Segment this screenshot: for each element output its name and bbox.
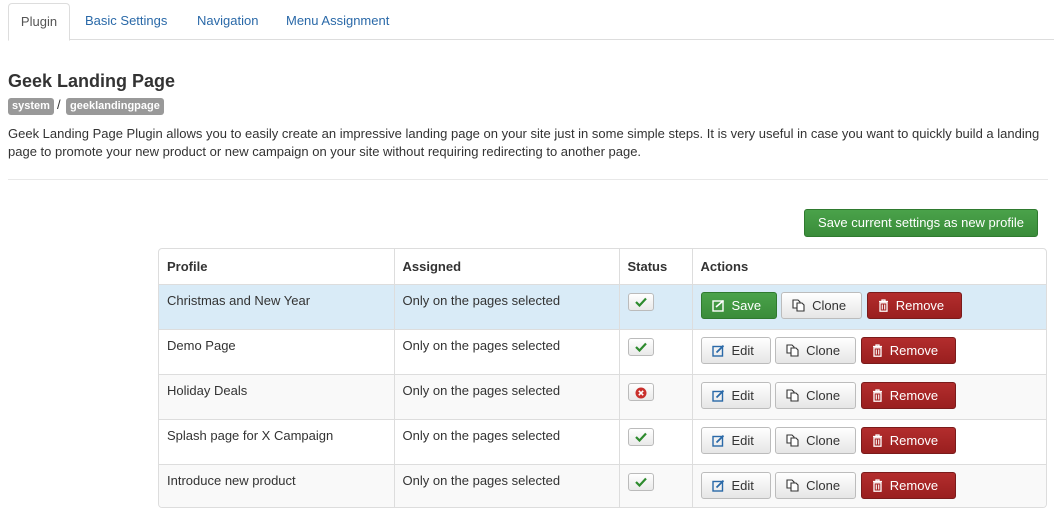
actions-cell: Edit Clone Remove (691, 464, 1046, 507)
tab-navigation[interactable]: Navigation (185, 3, 270, 40)
copy-icon (792, 298, 812, 313)
clone-button-label: Clone (806, 433, 841, 448)
edit-button[interactable]: Edit (700, 427, 771, 454)
status-cell (618, 284, 692, 330)
status-toggle-button[interactable] (627, 338, 654, 356)
save-as-profile-button[interactable]: Save current settings as new profile (804, 209, 1038, 237)
element-label: geeklandingpage (66, 98, 164, 115)
assigned-value: Only on the pages selected (393, 464, 619, 507)
remove-button[interactable]: Remove (860, 427, 956, 454)
column-header-assigned: Assigned (393, 249, 619, 285)
copy-icon (786, 388, 806, 403)
assigned-value: Only on the pages selected (393, 284, 619, 330)
clone-button[interactable]: Clone (775, 472, 857, 499)
copy-icon (786, 433, 806, 448)
status-cell (618, 419, 692, 465)
status-toggle-button[interactable] (627, 428, 654, 446)
table-row: Introduce new product Only on the pages s… (159, 464, 1046, 507)
remove-button-label: Remove (889, 478, 939, 493)
edit-icon (711, 433, 732, 448)
status-toggle-button[interactable] (627, 383, 654, 401)
save-button-label: Save (731, 298, 762, 313)
page-title: Geek Landing Page (8, 71, 176, 91)
copy-icon (786, 343, 806, 358)
remove-button[interactable]: Remove (860, 382, 956, 409)
table-row: Demo Page Only on the pages selected Edit … (159, 329, 1046, 375)
trash-icon (878, 298, 896, 313)
clone-button[interactable]: Clone (775, 427, 857, 454)
table-row: Holiday Deals Only on the pages selected E… (159, 374, 1046, 420)
assigned-value: Only on the pages selected (393, 419, 619, 465)
remove-button-label: Remove (895, 298, 945, 313)
remove-button-label: Remove (889, 388, 939, 403)
edit-button-label: Edit (731, 388, 754, 403)
label-separator: / (57, 97, 61, 112)
trash-icon (872, 343, 890, 358)
trash-icon (872, 433, 890, 448)
clone-button-label: Clone (806, 343, 841, 358)
floppy-icon (711, 298, 732, 313)
actions-cell: Edit Clone Remove (691, 329, 1046, 375)
edit-icon (711, 478, 732, 493)
remove-button-label: Remove (889, 343, 939, 358)
profile-name: Demo Page (159, 329, 394, 375)
tab-plugin[interactable]: Plugin (8, 3, 70, 41)
tab-bar: Plugin Basic Settings Navigation Menu As… (8, 3, 1054, 41)
profile-name: Holiday Deals (159, 374, 394, 420)
column-header-profile: Profile (167, 259, 208, 274)
tab-basic-settings[interactable]: Basic Settings (73, 3, 179, 40)
trash-icon (872, 478, 890, 493)
profile-name: Splash page for X Campaign (159, 419, 394, 465)
column-header-actions: Actions (691, 249, 1046, 285)
divider (8, 179, 1048, 180)
edit-button[interactable]: Edit (700, 382, 771, 409)
plugin-description: Geek Landing Page Plugin allows you to e… (8, 126, 1040, 159)
trash-icon (872, 388, 890, 403)
edit-button[interactable]: Edit (700, 337, 771, 364)
edit-button-label: Edit (731, 343, 754, 358)
remove-button[interactable]: Remove (866, 292, 962, 319)
remove-button[interactable]: Remove (860, 472, 956, 499)
actions-cell: Save Clone Remove (691, 284, 1046, 330)
remove-button[interactable]: Remove (860, 337, 956, 364)
profile-name: Christmas and New Year (159, 284, 394, 330)
table-row: Christmas and New Year Only on the pages … (159, 284, 1046, 330)
status-toggle-button[interactable] (627, 473, 654, 491)
clone-button[interactable]: Clone (775, 337, 857, 364)
assigned-value: Only on the pages selected (393, 374, 619, 420)
actions-cell: Edit Clone Remove (691, 419, 1046, 465)
column-header-status: Status (618, 249, 692, 285)
table-row: Splash page for X Campaign Only on the pa… (159, 419, 1046, 465)
tab-menu-assignment[interactable]: Menu Assignment (274, 3, 401, 40)
save-button[interactable]: Save (700, 292, 777, 319)
actions-cell: Edit Clone Remove (691, 374, 1046, 420)
clone-button-label: Clone (806, 388, 841, 403)
edit-button[interactable]: Edit (700, 472, 771, 499)
table-header-row: Profile Assigned Status Actions (159, 249, 1046, 285)
assigned-value: Only on the pages selected (393, 329, 619, 375)
profile-name: Introduce new product (159, 464, 394, 507)
clone-button[interactable]: Clone (781, 292, 863, 319)
status-cell (618, 329, 692, 375)
edit-button-label: Edit (731, 478, 754, 493)
folder-label: system (8, 98, 54, 115)
profiles-table: Profile Assigned Status Actions Christma… (158, 248, 1047, 508)
remove-button-label: Remove (889, 433, 939, 448)
status-cell (618, 464, 692, 507)
status-cell (618, 374, 692, 420)
copy-icon (786, 478, 806, 493)
edit-icon (711, 388, 732, 403)
status-toggle-button[interactable] (627, 293, 654, 311)
clone-button[interactable]: Clone (775, 382, 857, 409)
clone-button-label: Clone (806, 478, 841, 493)
clone-button-label: Clone (812, 298, 847, 313)
edit-button-label: Edit (731, 433, 754, 448)
edit-icon (711, 343, 732, 358)
